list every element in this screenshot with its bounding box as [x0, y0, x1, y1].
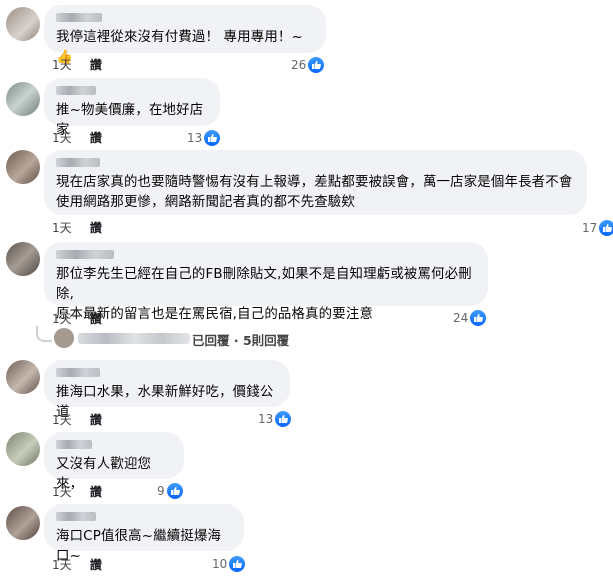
commenter-name-blurred[interactable] [56, 440, 92, 449]
avatar[interactable] [6, 82, 40, 116]
reaction-number: 24 [453, 311, 469, 325]
thumbs-up-icon [599, 220, 613, 236]
commenter-name-blurred[interactable] [56, 368, 100, 377]
commenter-name-blurred[interactable] [56, 13, 102, 22]
reaction-number: 10 [212, 557, 228, 571]
reaction-count[interactable]: 10 [208, 555, 247, 573]
like-button[interactable]: 讚 [90, 485, 102, 499]
comment-text: 那位李先生已經在自己的FB刪除貼文,如果不是自知理虧或被罵何必刪除, 原本最新的… [56, 267, 472, 322]
like-button[interactable]: 讚 [90, 558, 102, 572]
view-replies-link[interactable]: 已回覆 · 5則回覆 [192, 330, 289, 349]
thumbs-up-icon [470, 310, 487, 326]
comment-meta: 1天 讚 [52, 219, 102, 236]
view-replies-row[interactable]: 已回覆 · 5則回覆 [36, 326, 336, 354]
reaction-count[interactable]: 9 [153, 482, 184, 500]
thumbs-up-icon [229, 556, 246, 572]
like-button[interactable]: 讚 [90, 312, 102, 326]
reply-avatar [54, 328, 74, 348]
reply-author-blurred [78, 333, 190, 344]
avatar[interactable] [6, 150, 40, 184]
avatar[interactable] [6, 432, 40, 466]
comment-bubble: 海口CP值很高~繼續挺爆海口~ [44, 504, 244, 564]
comment-bubble: 又沒有人歡迎您來， [44, 432, 184, 492]
thumbs-up-icon [166, 483, 183, 499]
comment-bubble: 現在店家真的也要隨時警惕有沒有上報導，差點都要被誤會，萬一店家是個年長者不會 使… [44, 150, 587, 215]
reaction-number: 9 [157, 484, 165, 498]
reaction-count[interactable]: 17 [578, 219, 613, 237]
comment-time[interactable]: 1天 [52, 58, 72, 72]
comment-time[interactable]: 1天 [52, 413, 72, 427]
reaction-number: 13 [187, 131, 203, 145]
comment-time[interactable]: 1天 [52, 558, 72, 572]
reaction-count[interactable]: 26 [287, 56, 326, 74]
commenter-name-blurred[interactable] [56, 512, 96, 521]
comment-meta: 1天 讚 [52, 483, 102, 500]
comment-meta: 1天 讚 [52, 56, 102, 73]
reaction-count[interactable]: 13 [254, 410, 293, 428]
commenter-name-blurred[interactable] [56, 158, 100, 167]
avatar[interactable] [6, 506, 40, 540]
comment-meta: 1天 讚 [52, 129, 102, 146]
like-button[interactable]: 讚 [90, 58, 102, 72]
reaction-number: 13 [258, 412, 274, 426]
avatar[interactable] [6, 242, 40, 276]
comment-time[interactable]: 1天 [52, 221, 72, 235]
avatar[interactable] [6, 7, 40, 41]
comment-meta: 1天 讚 [52, 556, 102, 573]
commenter-name-blurred[interactable] [56, 250, 114, 259]
reply-thread-line [36, 326, 52, 342]
reaction-number: 26 [291, 58, 307, 72]
like-button[interactable]: 讚 [90, 413, 102, 427]
comment-text: 現在店家真的也要隨時警惕有沒有上報導，差點都要被誤會，萬一店家是個年長者不會 使… [56, 175, 573, 210]
thumbs-up-icon [275, 411, 292, 427]
reaction-count[interactable]: 13 [183, 129, 222, 147]
comment-time[interactable]: 1天 [52, 312, 72, 326]
thumbs-up-icon [308, 57, 325, 73]
avatar[interactable] [6, 360, 40, 394]
comment-bubble: 推~物美價廉，在地好店家 [44, 78, 220, 138]
thumbs-up-icon [204, 130, 221, 146]
comment-bubble: 那位李先生已經在自己的FB刪除貼文,如果不是自知理虧或被罵何必刪除, 原本最新的… [44, 242, 488, 322]
like-button[interactable]: 讚 [90, 221, 102, 235]
comment-time[interactable]: 1天 [52, 131, 72, 145]
comment-bubble: 我停這裡從來沒有付費過！ 專用專用！~👍 [44, 5, 326, 65]
comment-time[interactable]: 1天 [52, 485, 72, 499]
reaction-number: 17 [582, 221, 598, 235]
reaction-count[interactable]: 24 [449, 309, 488, 327]
comment-bubble: 推海口水果，水果新鮮好吃，價錢公道 [44, 360, 290, 420]
comment-meta: 1天 讚 [52, 411, 102, 428]
comment-meta: 1天 讚 [52, 310, 102, 327]
commenter-name-blurred[interactable] [56, 86, 96, 95]
like-button[interactable]: 讚 [90, 131, 102, 145]
